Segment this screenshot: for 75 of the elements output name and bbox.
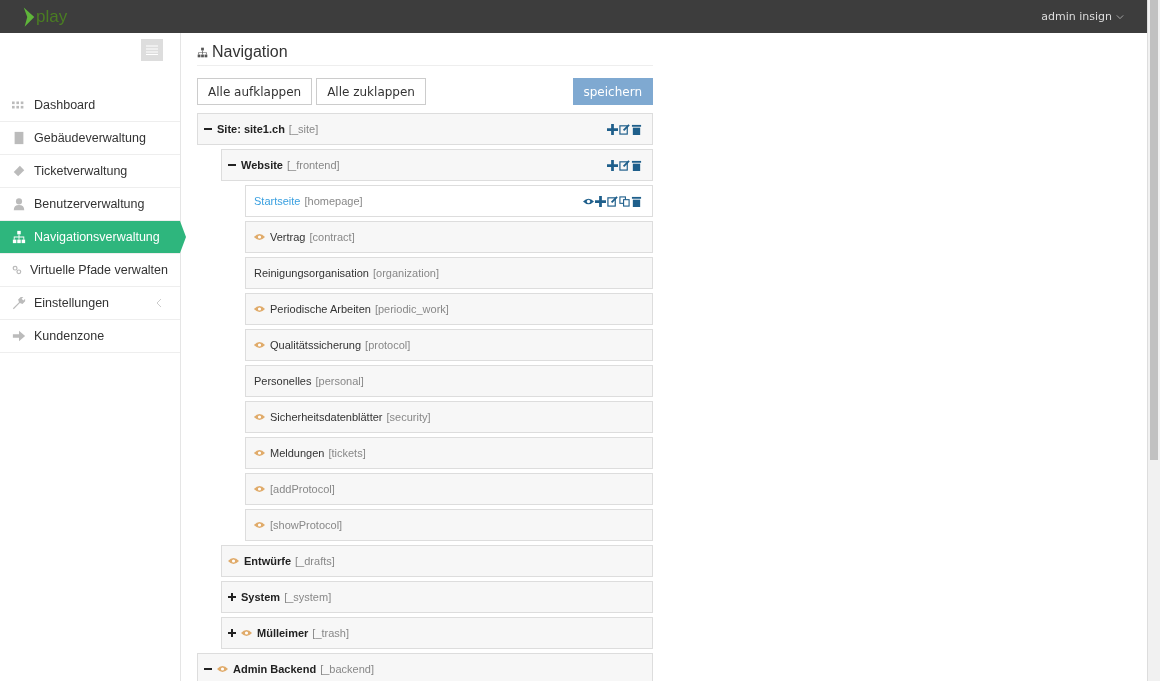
sidebar-item[interactable]: Gebäudeverwaltung (0, 122, 180, 155)
tree-node[interactable]: Personelles [personal] (245, 365, 653, 397)
chevron-logo-icon (22, 5, 36, 28)
minus-icon[interactable] (228, 161, 236, 169)
node-label: Qualitätssicherung [protocol] (270, 339, 411, 351)
edit-icon[interactable] (619, 123, 630, 135)
plus-icon[interactable] (228, 629, 236, 637)
eye-icon (254, 305, 265, 313)
node-label: Meldungen [tickets] (270, 447, 366, 459)
tree-node[interactable]: Qualitätssicherung [protocol] (245, 329, 653, 361)
minus-icon[interactable] (204, 665, 212, 673)
title-text: Navigation (212, 43, 288, 61)
eye-icon (254, 521, 265, 529)
page-link[interactable]: Startseite [homepage] (254, 195, 363, 207)
edit-icon[interactable] (619, 159, 630, 171)
eye-icon (254, 341, 265, 349)
sitemap-icon (12, 230, 26, 244)
sidebar-item[interactable]: Dashboard (0, 89, 180, 122)
sidebar-item[interactable]: Kundenzone (0, 320, 180, 353)
minus-icon[interactable] (204, 125, 212, 133)
tree-node[interactable]: Website [_frontend] (221, 149, 653, 181)
user-icon (12, 197, 26, 211)
wrench-icon (12, 296, 26, 310)
menu-icon (146, 45, 158, 55)
eye-icon (254, 413, 265, 421)
trash-icon[interactable] (631, 123, 642, 135)
node-label: Entwürfe [_drafts] (244, 555, 335, 567)
tree-node[interactable]: Vertrag [contract] (245, 221, 653, 253)
trash-icon[interactable] (631, 159, 642, 171)
expand-collapse-button[interactable]: Alle aufklappen (197, 78, 313, 105)
node-label: System [_system] (241, 591, 332, 603)
logo-text: play (36, 6, 68, 27)
node-label: Site: site1.ch [_site] (217, 123, 319, 135)
arrow-right-icon (12, 329, 26, 343)
tree-node[interactable]: Startseite [homepage] (245, 185, 653, 217)
expand-collapse-button[interactable]: Alle zuklappen (316, 78, 426, 105)
tree-node[interactable]: Periodische Arbeiten [periodic_work] (245, 293, 653, 325)
caret-icon (1116, 13, 1124, 20)
link-icon (12, 263, 22, 277)
copy-icon[interactable] (619, 195, 630, 207)
tree-node[interactable]: Admin Backend [_backend] (197, 653, 653, 681)
user-menu[interactable]: admin insign (1035, 9, 1130, 24)
node-label: Website [_frontend] (241, 159, 340, 171)
tree-node[interactable]: Mülleimer [_trash] (221, 617, 653, 649)
node-label: Mülleimer [_trash] (257, 627, 350, 639)
node-label: Periodische Arbeiten [periodic_work] (270, 303, 449, 315)
node-label: Vertrag [contract] (270, 231, 355, 243)
eye-icon (254, 449, 265, 457)
tree-node[interactable]: Entwürfe [_drafts] (221, 545, 653, 577)
tree-node[interactable]: Site: site1.ch [_site] (197, 113, 653, 145)
tree-node[interactable]: System [_system] (221, 581, 653, 613)
tree-node[interactable]: Meldungen [tickets] (245, 437, 653, 469)
eye-icon (217, 665, 228, 673)
eye-icon (254, 485, 265, 493)
plus-icon[interactable] (607, 123, 618, 135)
node-label: Personelles [personal] (254, 375, 364, 387)
sidebar-item[interactable]: Virtuelle Pfade verwalten (0, 254, 180, 287)
node-label: Admin Backend [_backend] (233, 663, 374, 675)
edit-icon[interactable] (607, 195, 618, 207)
eye-icon (241, 629, 252, 637)
node-label: [showProtocol] (270, 519, 343, 531)
tree-node[interactable]: Sicherheitsdatenblätter [security] (245, 401, 653, 433)
node-label: Sicherheitsdatenblätter [security] (270, 411, 431, 423)
node-label: [addProtocol] (270, 483, 335, 495)
sitemap-icon (197, 46, 208, 58)
scrollbar[interactable] (1147, 0, 1160, 681)
trash-icon[interactable] (631, 195, 642, 207)
eye-icon (254, 233, 265, 241)
sidebar-item[interactable]: Ticketverwaltung (0, 155, 180, 188)
tree-node[interactable]: Reinigungsorganisation [organization] (245, 257, 653, 289)
node-label: Reinigungsorganisation [organization] (254, 267, 439, 279)
plus-icon[interactable] (607, 159, 618, 171)
sidebar-item[interactable]: Einstellungen (0, 287, 180, 320)
eye-icon (228, 557, 239, 565)
plus-icon[interactable] (228, 593, 236, 601)
